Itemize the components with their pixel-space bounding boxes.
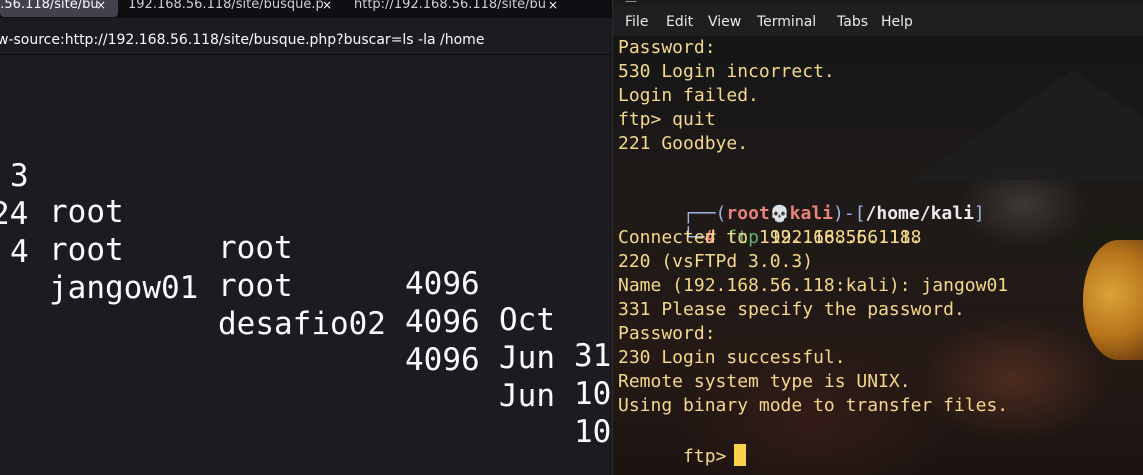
- ftp-prompt: ftp>: [683, 446, 727, 467]
- size: 4096: [405, 266, 480, 302]
- terminal-line: Name (192.168.56.118:kali): jangow01: [618, 275, 1009, 296]
- menu-help[interactable]: Help: [881, 14, 913, 30]
- page-source-view: 3 root root 4096 Oct 31 24 root root 409…: [0, 60, 612, 475]
- group: root: [218, 268, 293, 304]
- terminal-line: Using binary mode to transfer files.: [618, 395, 1009, 416]
- terminal-line: Remote system type is UNIX.: [618, 371, 911, 392]
- terminal-output[interactable]: Password: 530 Login incorrect. Login fai…: [613, 36, 1143, 475]
- month: Jun: [499, 378, 555, 414]
- address-bar[interactable]: w-source:http://192.168.56.118/site/busq…: [0, 28, 612, 55]
- terminal-menubar: File Edit View Terminal Tabs Help: [613, 6, 1143, 36]
- terminal-line: 220 (vsFTPd 3.0.3): [618, 251, 814, 272]
- directory-listing-row: 3 root root 4096 Oct 31: [0, 122, 611, 374]
- terminal-line: ftp> quit: [618, 109, 716, 130]
- tab-close-icon[interactable]: ×: [96, 0, 106, 17]
- ftp-input-line[interactable]: ftp>: [618, 420, 747, 467]
- day: 10: [574, 414, 612, 450]
- browser-tab-1[interactable]: 3.56.118/site/bu ×: [0, 0, 118, 17]
- menu-view[interactable]: View: [708, 14, 741, 30]
- text-cursor[interactable]: [734, 444, 747, 466]
- menu-tabs[interactable]: Tabs: [837, 14, 868, 30]
- tab-title: 192.168.56.118/site/busque.p: [128, 0, 324, 12]
- owner: jangow01: [49, 270, 199, 306]
- group: root: [218, 230, 293, 266]
- terminal-line: Login failed.: [618, 85, 759, 106]
- prompt-box-close: ]: [973, 203, 985, 224]
- link-count: 4: [10, 234, 29, 270]
- shell-command-line: └─# ftp 192.168.56.118: [618, 202, 921, 248]
- tab-title: 3.56.118/site/bu: [0, 0, 99, 12]
- browser-tab-2[interactable]: 192.168.56.118/site/busque.p ×: [128, 0, 338, 17]
- terminal-line: Connected to 192.168.56.118.: [618, 227, 922, 248]
- browser-tabbar: 3.56.118/site/bu × 192.168.56.118/site/b…: [0, 0, 612, 18]
- day: 10: [574, 376, 612, 412]
- browser-tab-3[interactable]: http://192.168.56.118/site/bu ×: [354, 0, 574, 17]
- terminal-line: Password:: [618, 323, 716, 344]
- tab-close-icon[interactable]: ×: [548, 0, 558, 17]
- group: desafio02: [218, 306, 386, 342]
- menu-terminal[interactable]: Terminal: [757, 14, 816, 30]
- size: 4096: [405, 304, 480, 340]
- month: Oct: [499, 302, 555, 338]
- directory-listing-row: 4 jangow01 desafio02 4096 Jun 10: [0, 198, 611, 450]
- menu-edit[interactable]: Edit: [666, 14, 693, 30]
- terminal-line: Password:: [618, 37, 716, 58]
- directory-listing-row: 24 root root 4096 Jun 10: [0, 160, 611, 412]
- menu-file[interactable]: File: [625, 14, 648, 30]
- url-text[interactable]: w-source:http://192.168.56.118/site/busq…: [0, 32, 484, 48]
- tab-title: http://192.168.56.118/site/bu: [354, 0, 546, 12]
- month: Jun: [499, 340, 555, 376]
- size: 4096: [405, 342, 480, 378]
- terminal-line: 230 Login successful.: [618, 347, 846, 368]
- terminal-window[interactable]: — File Edit View Terminal Tabs Help Pass…: [612, 0, 1143, 475]
- browser-window: 3.56.118/site/bu × 192.168.56.118/site/b…: [0, 0, 612, 475]
- terminal-line: 331 Please specify the password.: [618, 299, 965, 320]
- terminal-line: 530 Login incorrect.: [618, 61, 835, 82]
- day: 31: [574, 338, 612, 374]
- tab-close-icon[interactable]: ×: [322, 0, 332, 17]
- terminal-line: 221 Goodbye.: [618, 133, 749, 154]
- shell-prompt-line: ┌──(root💀kali)-[/home/kali]: [618, 178, 985, 224]
